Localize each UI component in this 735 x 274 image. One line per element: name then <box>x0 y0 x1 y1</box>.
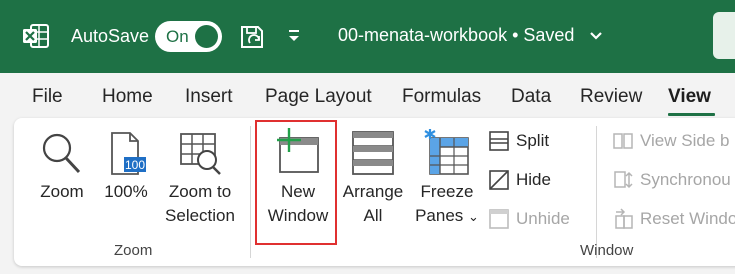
autosave-toggle[interactable]: On <box>155 21 222 52</box>
magnifier-icon <box>42 133 81 174</box>
view-side-by-side-icon <box>613 133 633 149</box>
unhide-button[interactable]: Unhide <box>488 208 570 230</box>
synchronous-label: Synchronou <box>640 170 731 189</box>
tab-page-layout[interactable]: Page Layout <box>265 86 372 108</box>
arrange-all-button[interactable]: Arrange All <box>340 128 406 228</box>
unhide-label: Unhide <box>516 209 570 228</box>
toggle-knob <box>195 25 218 48</box>
group-separator <box>250 126 251 258</box>
reset-window-label: Reset Windo <box>640 209 735 228</box>
tab-home[interactable]: Home <box>102 86 153 108</box>
tab-file[interactable]: File <box>32 86 63 108</box>
excel-logo-icon[interactable] <box>22 22 50 50</box>
zoom-100-button[interactable]: 100 100% <box>100 130 152 204</box>
reset-window-position-button[interactable]: Reset Windo <box>612 208 735 230</box>
zoom-label: Zoom <box>40 182 84 201</box>
tab-insert[interactable]: Insert <box>185 86 233 108</box>
zoom-button[interactable]: Zoom <box>34 130 90 204</box>
document-title[interactable]: 00-menata-workbook • Saved <box>338 25 574 46</box>
new-window-highlight <box>255 120 337 245</box>
freeze-panes-button[interactable]: Freeze Panes ⌄ <box>410 128 484 229</box>
chevron-down-icon[interactable] <box>589 31 603 41</box>
freeze-label-2: Panes ⌄ <box>410 204 484 229</box>
hide-button[interactable]: Hide <box>488 169 551 191</box>
title-bar: AutoSave On 00-menata-workbook • Saved <box>0 0 735 73</box>
tab-formulas[interactable]: Formulas <box>402 86 481 108</box>
freeze-panes-icon <box>424 129 469 175</box>
hide-icon <box>489 170 509 190</box>
synchronous-scrolling-button[interactable]: Synchronou <box>612 169 731 191</box>
ribbon-tabs: File Home Insert Page Layout Formulas Da… <box>0 73 735 119</box>
autosave-label: AutoSave <box>71 26 150 46</box>
chevron-down-icon: ⌄ <box>468 209 479 224</box>
window-group-label: Window <box>580 242 634 259</box>
hide-label: Hide <box>516 170 551 189</box>
split-button[interactable]: Split <box>488 130 549 152</box>
freeze-label-2-text: Panes <box>415 206 464 225</box>
group-separator <box>596 126 597 258</box>
search-box[interactable] <box>713 12 735 59</box>
zoom-100-label: 100% <box>104 182 148 201</box>
unhide-icon <box>489 209 509 229</box>
arrange-all-icon <box>352 131 394 175</box>
customize-qat-icon[interactable] <box>286 27 302 45</box>
freeze-label-1: Freeze <box>420 182 474 201</box>
split-label: Split <box>516 131 550 150</box>
zoom-selection-icon <box>180 133 221 175</box>
save-sync-icon[interactable] <box>238 23 266 51</box>
synchronous-scrolling-icon <box>614 171 633 189</box>
tab-view[interactable]: View <box>668 86 711 108</box>
reset-window-icon <box>615 208 633 229</box>
page-100-icon: 100 <box>111 132 146 175</box>
zoom-to-label-2: Selection <box>165 206 235 225</box>
page-100-text: 100 <box>125 158 145 172</box>
ribbon-panel: Zoom 100 100% Zoom to Selection Zoom New… <box>14 118 735 266</box>
zoom-to-selection-button[interactable]: Zoom to Selection <box>162 130 238 228</box>
autosave-state: On <box>166 27 189 46</box>
zoom-to-label-1: Zoom to <box>168 182 232 201</box>
arrange-label-1: Arrange <box>342 182 404 201</box>
tab-data[interactable]: Data <box>511 86 551 108</box>
arrange-label-2: All <box>363 206 383 225</box>
zoom-group-label: Zoom <box>114 242 153 259</box>
view-side-by-side-button[interactable]: View Side b <box>612 130 729 152</box>
active-tab-underline <box>668 113 715 116</box>
split-icon <box>489 131 509 151</box>
view-side-label: View Side b <box>640 131 730 150</box>
tab-review[interactable]: Review <box>580 86 642 108</box>
